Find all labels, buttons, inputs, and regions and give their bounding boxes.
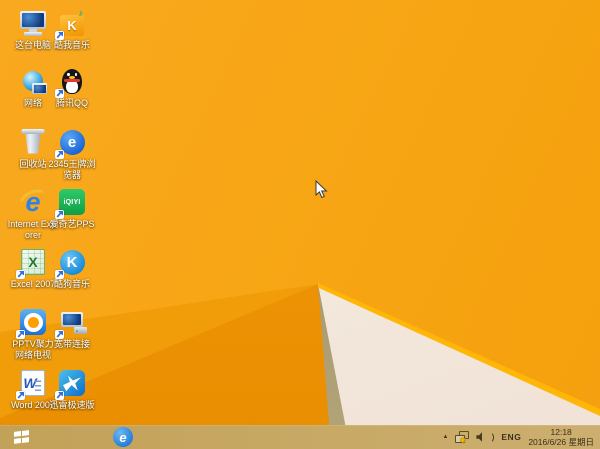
2345-browser-icon: e <box>55 127 87 159</box>
taskbar-clock[interactable]: 12:18 2016/6/26 星期日 <box>528 427 596 447</box>
desktop: 这台电脑 网络 回收站 e Internet Explorer X Excel … <box>0 0 600 449</box>
desktop-icon-label: 回收站 <box>19 159 47 169</box>
windows-start-icon <box>13 430 29 444</box>
desktop-icon-kugou-music[interactable]: K 酷狗音乐 <box>46 247 98 290</box>
kugou-music-icon: K <box>55 247 87 279</box>
volume-icon[interactable] <box>476 431 495 443</box>
qq-penguin-icon <box>55 66 87 98</box>
pptv-icon <box>16 307 48 339</box>
desktop-icon-iqiyi-pps[interactable]: iQIYI 爱奇艺PPS <box>46 187 98 230</box>
shortcut-arrow-icon <box>16 270 25 279</box>
desktop-icon-label: 酷狗音乐 <box>53 279 90 289</box>
internet-explorer-icon: e <box>13 184 58 225</box>
desktop-icon-label: 2345王牌浏览器 <box>48 159 96 180</box>
shortcut-arrow-icon <box>55 31 64 40</box>
network-icon <box>18 66 48 96</box>
recycle-bin-icon <box>18 127 48 157</box>
desktop-icon-broadband-connection[interactable]: 宽带连接 <box>46 307 98 350</box>
desktop-icon-label: 迅雷极速版 <box>49 400 95 410</box>
shortcut-arrow-icon <box>55 270 64 279</box>
xunlei-thunder-icon <box>55 368 87 400</box>
shortcut-arrow-icon <box>55 391 64 400</box>
shortcut-arrow-icon <box>55 210 64 219</box>
system-tray: ▲ ✱ ENG 12:18 2016/6/26 星期日 <box>442 425 596 449</box>
language-indicator[interactable]: ENG <box>501 432 521 442</box>
taskbar: e ▲ ✱ ENG 12:18 2016/6/26 星期日 <box>0 425 600 449</box>
iqiyi-pps-icon: iQIYI <box>55 187 87 219</box>
desktop-icon-xunlei[interactable]: 迅雷极速版 <box>46 368 98 411</box>
desktop-icon-kuwo-music[interactable]: ♪ K 酷我音乐 <box>46 8 98 51</box>
clock-date: 2016/6/26 星期日 <box>528 437 594 447</box>
desktop-icon-label: 网络 <box>23 98 42 108</box>
desktop-icon-label: 宽带连接 <box>53 339 90 349</box>
music-note-icon: ♪ <box>78 7 84 18</box>
clock-time: 12:18 <box>550 427 572 437</box>
bird-icon <box>63 375 81 392</box>
shortcut-arrow-icon <box>55 150 64 159</box>
shortcut-arrow-icon <box>16 330 25 339</box>
shortcut-arrow-icon <box>16 391 25 400</box>
shortcut-arrow-icon <box>55 330 64 339</box>
show-hidden-icons-chevron[interactable]: ▲ <box>442 434 448 440</box>
shortcut-arrow-icon <box>55 89 64 98</box>
internet-explorer-icon: e <box>119 429 127 445</box>
excel-icon: X <box>16 247 48 279</box>
start-button[interactable] <box>6 425 36 449</box>
desktop-icon-label: 爱奇艺PPS <box>49 219 95 229</box>
this-pc-icon <box>18 8 48 38</box>
desktop-icon-label: 腾讯QQ <box>55 98 88 108</box>
word-icon: W <box>16 368 48 400</box>
taskbar-internet-explorer-button[interactable]: e <box>113 427 133 447</box>
desktop-icon-label: 酷我音乐 <box>53 40 90 50</box>
broadband-connection-icon <box>55 307 87 339</box>
network-warning-icon: ✱ <box>459 436 467 445</box>
network-status-icon[interactable]: ✱ <box>455 431 470 445</box>
kuwo-music-icon: ♪ K <box>55 7 87 40</box>
mouse-cursor <box>315 180 328 199</box>
desktop-icon-tencent-qq[interactable]: 腾讯QQ <box>46 66 98 109</box>
desktop-icon-2345-browser[interactable]: e 2345王牌浏览器 <box>46 127 98 181</box>
